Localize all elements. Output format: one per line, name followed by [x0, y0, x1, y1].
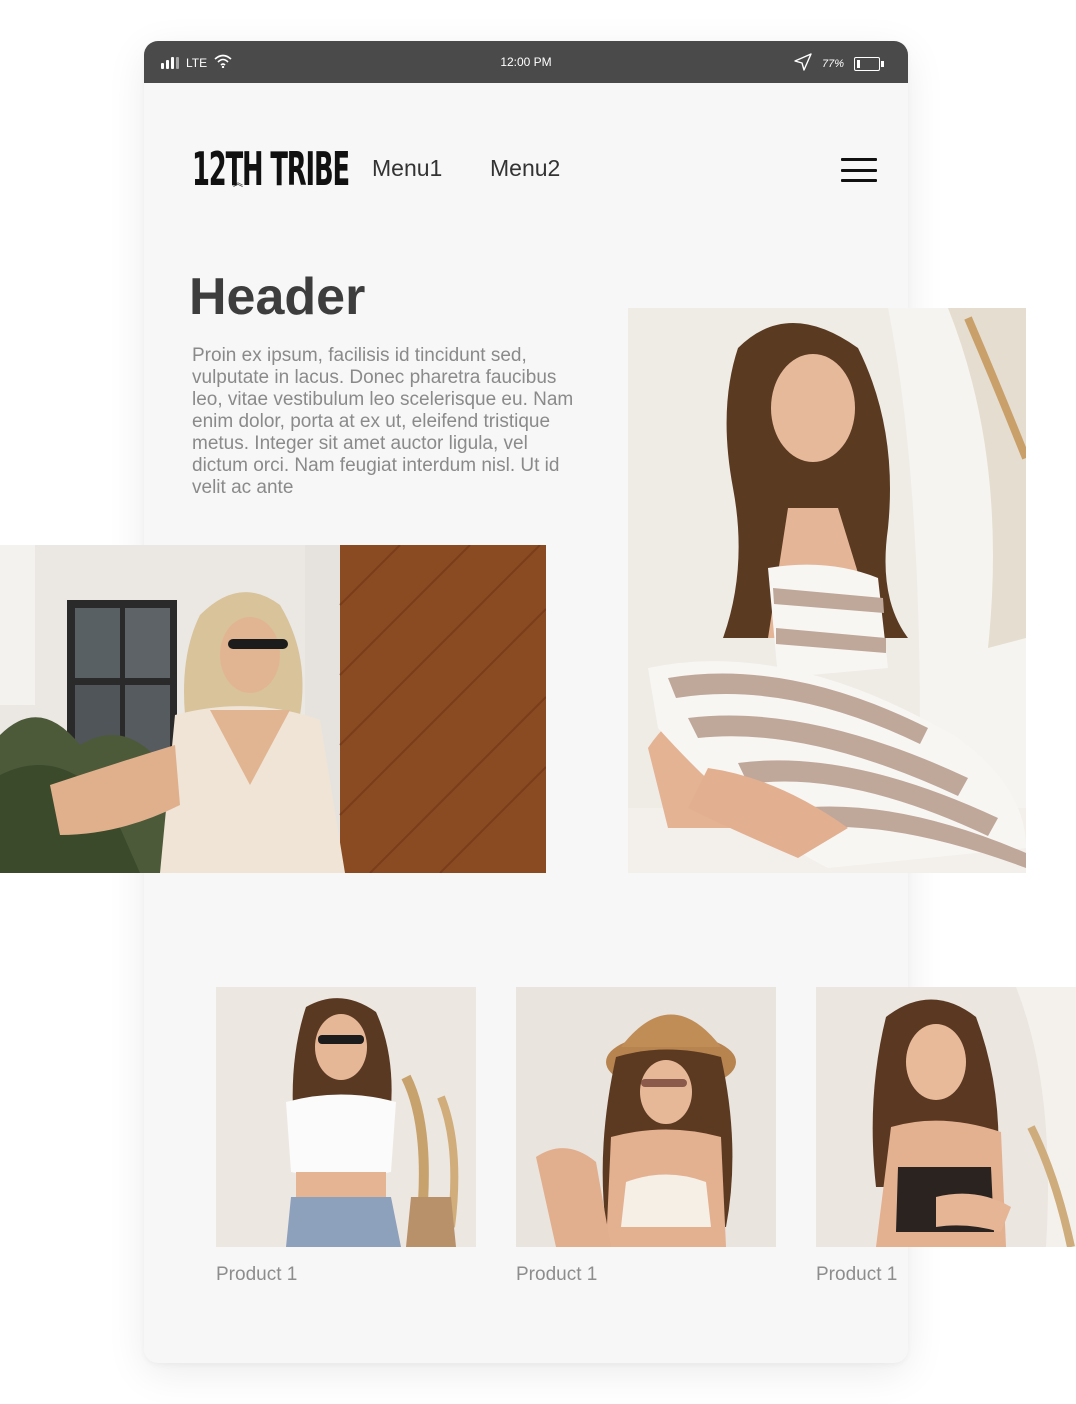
hero-body-text: Proin ex ipsum, facilisis id tincidunt s…: [192, 345, 574, 498]
model-photo-striped-jumpsuit: [628, 308, 1026, 873]
product-image[interactable]: [516, 987, 776, 1247]
nav-menu2[interactable]: Menu2: [490, 155, 560, 182]
product-label[interactable]: Product 1: [516, 1264, 597, 1286]
status-bar: LTE 12:00 PM 77%: [144, 41, 908, 83]
lifestyle-photo-wood-wall: [0, 545, 546, 873]
nav-menu1[interactable]: Menu1: [372, 155, 442, 182]
battery-percentage: 77%: [821, 57, 844, 70]
location-arrow-icon: [794, 53, 812, 74]
brand-logo[interactable]: 12TH TRIBE: [192, 142, 350, 196]
product-label[interactable]: Product 1: [216, 1264, 297, 1286]
page-title: Header: [189, 268, 366, 326]
product-image[interactable]: [216, 987, 476, 1247]
logo-chevron-icon: ︽: [233, 178, 243, 189]
battery-icon: [854, 56, 884, 71]
product-image[interactable]: [816, 987, 1076, 1247]
product-label[interactable]: Product 1: [816, 1264, 897, 1286]
status-right: 77%: [794, 53, 884, 74]
hamburger-menu-icon[interactable]: [841, 158, 877, 183]
